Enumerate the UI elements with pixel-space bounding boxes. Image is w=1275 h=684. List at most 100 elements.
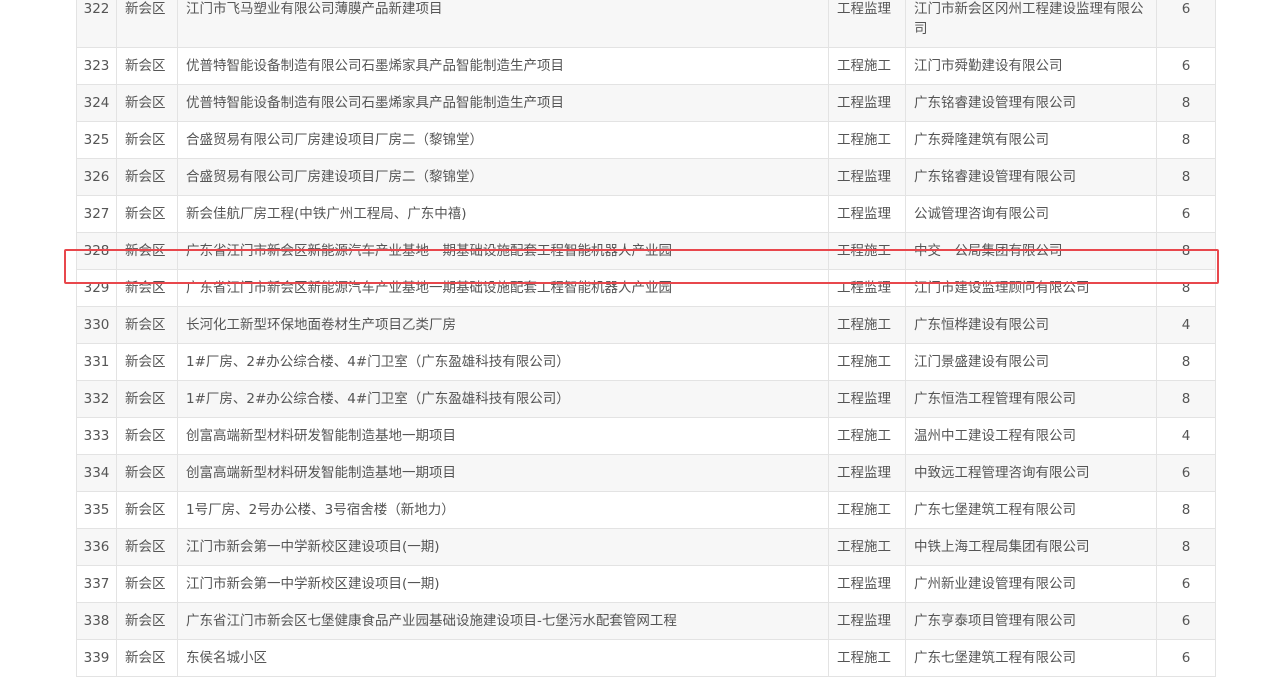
project-name-cell: 1#厂房、2#办公综合楼、4#门卫室（广东盈雄科技有限公司） xyxy=(177,380,829,418)
row-number: 327 xyxy=(76,195,117,233)
table-row: 323 新会区 优普特智能设备制造有限公司石墨烯家具产品智能制造生产项目 工程施工 江门… xyxy=(76,47,1216,85)
table-row: 334 新会区 创富高端新型材料研发智能制造基地一期项目 工程监理 中致远工程管理咨询有… xyxy=(76,454,1216,492)
district-cell: 新会区 xyxy=(116,343,178,381)
company-cell: 广东亨泰项目管理有限公司 xyxy=(905,602,1157,640)
table-row: 325 新会区 合盛贸易有限公司厂房建设项目厂房二（黎锦堂） 工程施工 广东舜隆建筑有限… xyxy=(76,121,1216,159)
project-name-cell: 创富高端新型材料研发智能制造基地一期项目 xyxy=(177,417,829,455)
row-number: 336 xyxy=(76,528,117,566)
table-row: 324 新会区 优普特智能设备制造有限公司石墨烯家具产品智能制造生产项目 工程监理 广东… xyxy=(76,84,1216,122)
company-cell: 广东七堡建筑工程有限公司 xyxy=(905,639,1157,677)
district-cell: 新会区 xyxy=(116,306,178,344)
count-cell: 6 xyxy=(1156,195,1216,233)
company-cell: 公诚管理咨询有限公司 xyxy=(905,195,1157,233)
project-table-body: 322 新会区 江门市飞马塑业有限公司薄膜产品新建项目 工程监理 江门市新会区冈州工程建… xyxy=(76,0,1216,677)
project-name-cell: 优普特智能设备制造有限公司石墨烯家具产品智能制造生产项目 xyxy=(177,47,829,85)
count-cell: 8 xyxy=(1156,491,1216,529)
project-name-cell: 江门市飞马塑业有限公司薄膜产品新建项目 xyxy=(177,0,829,48)
table-row: 336 新会区 江门市新会第一中学新校区建设项目(一期) 工程施工 中铁上海工程局集团有… xyxy=(76,528,1216,566)
work-type-cell: 工程施工 xyxy=(828,417,906,455)
project-name-cell: 1#厂房、2#办公综合楼、4#门卫室（广东盈雄科技有限公司） xyxy=(177,343,829,381)
work-type-cell: 工程施工 xyxy=(828,528,906,566)
count-cell: 8 xyxy=(1156,84,1216,122)
count-cell: 8 xyxy=(1156,158,1216,196)
company-cell: 广东铭睿建设管理有限公司 xyxy=(905,84,1157,122)
district-cell: 新会区 xyxy=(116,269,178,307)
count-cell: 8 xyxy=(1156,380,1216,418)
row-number: 337 xyxy=(76,565,117,603)
company-cell: 江门市舜勤建设有限公司 xyxy=(905,47,1157,85)
work-type-cell: 工程监理 xyxy=(828,269,906,307)
work-type-cell: 工程监理 xyxy=(828,454,906,492)
count-cell: 8 xyxy=(1156,343,1216,381)
district-cell: 新会区 xyxy=(116,195,178,233)
work-type-cell: 工程施工 xyxy=(828,47,906,85)
table-row: 328 新会区 广东省江门市新会区新能源汽车产业基地一期基础设施配套工程智能机器人产… xyxy=(76,232,1216,270)
district-cell: 新会区 xyxy=(116,0,178,48)
district-cell: 新会区 xyxy=(116,454,178,492)
company-cell: 江门景盛建设有限公司 xyxy=(905,343,1157,381)
district-cell: 新会区 xyxy=(116,528,178,566)
work-type-cell: 工程监理 xyxy=(828,565,906,603)
count-cell: 6 xyxy=(1156,454,1216,492)
project-table-container: 322 新会区 江门市飞马塑业有限公司薄膜产品新建项目 工程监理 江门市新会区冈州工程建… xyxy=(76,0,1216,677)
table-row: 333 新会区 创富高端新型材料研发智能制造基地一期项目 工程施工 温州中工建设工程有限… xyxy=(76,417,1216,455)
district-cell: 新会区 xyxy=(116,602,178,640)
table-row: 337 新会区 江门市新会第一中学新校区建设项目(一期) 工程监理 广州新业建设管理有限… xyxy=(76,565,1216,603)
project-name-cell: 合盛贸易有限公司厂房建设项目厂房二（黎锦堂） xyxy=(177,121,829,159)
district-cell: 新会区 xyxy=(116,84,178,122)
row-number: 338 xyxy=(76,602,117,640)
table-row: 331 新会区 1#厂房、2#办公综合楼、4#门卫室（广东盈雄科技有限公司） 工程施工… xyxy=(76,343,1216,381)
count-cell: 6 xyxy=(1156,47,1216,85)
work-type-cell: 工程监理 xyxy=(828,84,906,122)
district-cell: 新会区 xyxy=(116,491,178,529)
company-cell: 广东七堡建筑工程有限公司 xyxy=(905,491,1157,529)
project-name-cell: 新会佳航厂房工程(中铁广州工程局、广东中禧) xyxy=(177,195,829,233)
district-cell: 新会区 xyxy=(116,417,178,455)
row-number: 323 xyxy=(76,47,117,85)
project-name-cell: 江门市新会第一中学新校区建设项目(一期) xyxy=(177,565,829,603)
table-row: 335 新会区 1号厂房、2号办公楼、3号宿舍楼（新地力） 工程施工 广东七堡建筑工程有… xyxy=(76,491,1216,529)
company-cell: 中铁上海工程局集团有限公司 xyxy=(905,528,1157,566)
work-type-cell: 工程施工 xyxy=(828,232,906,270)
table-row: 339 新会区 东侯名城小区 工程施工 广东七堡建筑工程有限公司 6 xyxy=(76,639,1216,677)
row-number: 332 xyxy=(76,380,117,418)
table-row: 326 新会区 合盛贸易有限公司厂房建设项目厂房二（黎锦堂） 工程监理 广东铭睿建设管理… xyxy=(76,158,1216,196)
row-number: 333 xyxy=(76,417,117,455)
project-name-cell: 广东省江门市新会区七堡健康食品产业园基础设施建设项目-七堡污水配套管网工程 xyxy=(177,602,829,640)
company-cell: 广东恒浩工程管理有限公司 xyxy=(905,380,1157,418)
project-name-cell: 广东省江门市新会区新能源汽车产业基地一期基础设施配套工程智能机器人产业园 xyxy=(177,232,829,270)
count-cell: 4 xyxy=(1156,417,1216,455)
company-cell: 广州新业建设管理有限公司 xyxy=(905,565,1157,603)
project-name-cell: 广东省江门市新会区新能源汽车产业基地一期基础设施配套工程智能机器人产业园 xyxy=(177,269,829,307)
project-name-cell: 1号厂房、2号办公楼、3号宿舍楼（新地力） xyxy=(177,491,829,529)
row-number: 324 xyxy=(76,84,117,122)
district-cell: 新会区 xyxy=(116,121,178,159)
work-type-cell: 工程施工 xyxy=(828,306,906,344)
project-name-cell: 东侯名城小区 xyxy=(177,639,829,677)
work-type-cell: 工程施工 xyxy=(828,121,906,159)
work-type-cell: 工程施工 xyxy=(828,343,906,381)
row-number: 322 xyxy=(76,0,117,48)
district-cell: 新会区 xyxy=(116,232,178,270)
count-cell: 4 xyxy=(1156,306,1216,344)
row-number: 328 xyxy=(76,232,117,270)
company-cell: 温州中工建设工程有限公司 xyxy=(905,417,1157,455)
project-name-cell: 长河化工新型环保地面卷材生产项目乙类厂房 xyxy=(177,306,829,344)
district-cell: 新会区 xyxy=(116,380,178,418)
company-cell: 中致远工程管理咨询有限公司 xyxy=(905,454,1157,492)
district-cell: 新会区 xyxy=(116,47,178,85)
project-table: 322 新会区 江门市飞马塑业有限公司薄膜产品新建项目 工程监理 江门市新会区冈州工程建… xyxy=(76,0,1216,677)
row-number: 334 xyxy=(76,454,117,492)
count-cell: 8 xyxy=(1156,121,1216,159)
company-cell: 中交一公局集团有限公司 xyxy=(905,232,1157,270)
row-number: 326 xyxy=(76,158,117,196)
table-row: 327 新会区 新会佳航厂房工程(中铁广州工程局、广东中禧) 工程监理 公诚管理咨询有限… xyxy=(76,195,1216,233)
work-type-cell: 工程监理 xyxy=(828,0,906,48)
row-number: 335 xyxy=(76,491,117,529)
count-cell: 6 xyxy=(1156,565,1216,603)
count-cell: 6 xyxy=(1156,602,1216,640)
row-number: 329 xyxy=(76,269,117,307)
project-name-cell: 合盛贸易有限公司厂房建设项目厂房二（黎锦堂） xyxy=(177,158,829,196)
table-row: 329 新会区 广东省江门市新会区新能源汽车产业基地一期基础设施配套工程智能机器人产… xyxy=(76,269,1216,307)
row-number: 339 xyxy=(76,639,117,677)
